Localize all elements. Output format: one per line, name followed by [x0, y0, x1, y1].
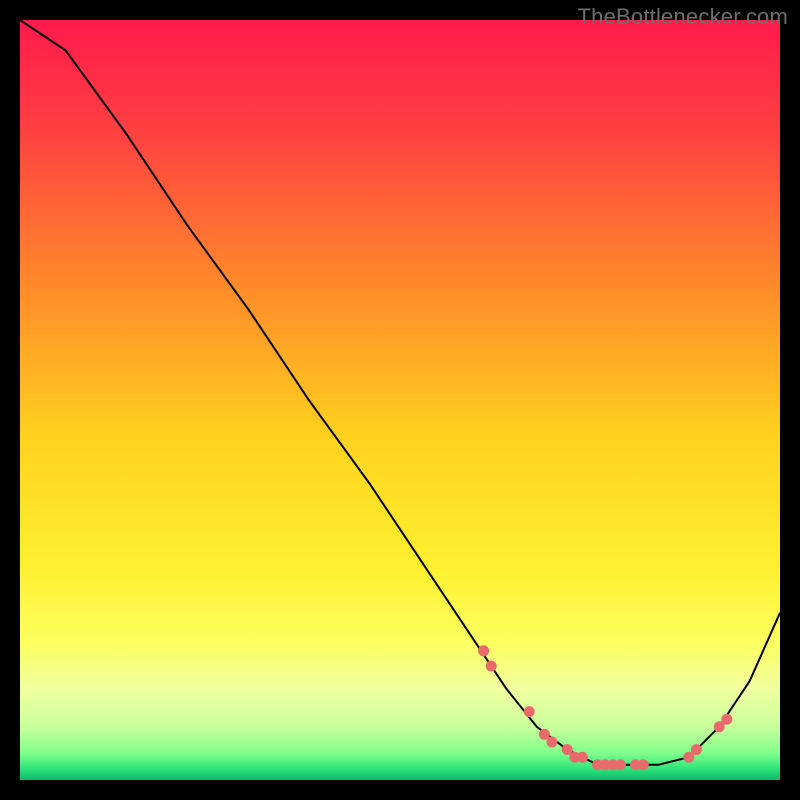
line-chart: [20, 20, 780, 780]
highlight-points: [479, 646, 732, 770]
marker-point: [722, 714, 732, 724]
marker-point: [615, 760, 625, 770]
marker-point: [684, 752, 694, 762]
marker-point: [486, 661, 496, 671]
bottleneck-curve: [20, 20, 780, 765]
plot-area: [20, 20, 780, 780]
marker-point: [638, 760, 648, 770]
marker-point: [479, 646, 489, 656]
marker-point: [714, 722, 724, 732]
marker-point: [691, 745, 701, 755]
marker-point: [539, 729, 549, 739]
watermark-text: TheBottlenecker.com: [578, 4, 788, 30]
marker-point: [547, 737, 557, 747]
marker-point: [577, 752, 587, 762]
marker-point: [524, 707, 534, 717]
chart-frame: TheBottlenecker.com: [0, 0, 800, 800]
marker-point: [562, 745, 572, 755]
